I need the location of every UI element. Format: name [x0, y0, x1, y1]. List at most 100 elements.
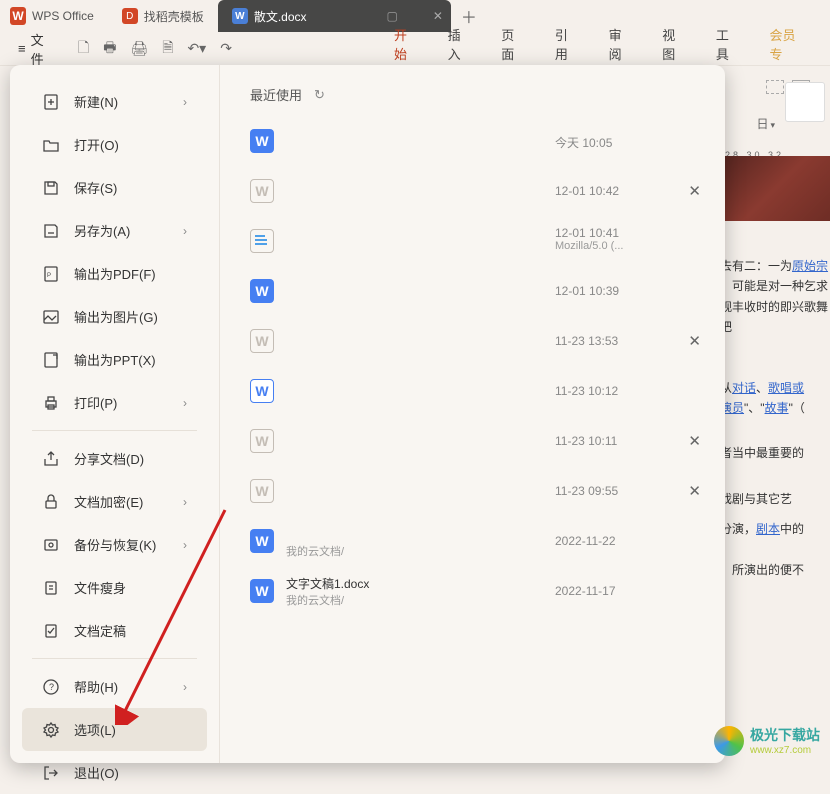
menu-item-print[interactable]: 打印(P) › — [22, 381, 207, 424]
menu-item-export-image[interactable]: 输出为图片(G) — [22, 295, 207, 338]
close-icon[interactable]: ✕ — [433, 9, 443, 23]
close-icon[interactable]: ✕ — [688, 432, 701, 450]
menu-item-share[interactable]: 分享文档(D) — [22, 437, 207, 480]
tab-docer[interactable]: D 找稻壳模板 — [108, 0, 218, 32]
redo-icon[interactable]: ↷ — [220, 40, 232, 57]
file-type-icon: W — [250, 429, 274, 453]
open-folder-icon — [42, 136, 62, 154]
menu-item-encrypt[interactable]: 文档加密(E) › — [22, 480, 207, 523]
menu-item-label: 另存为(A) — [74, 221, 130, 240]
file-type-icon: W — [250, 329, 274, 353]
file-name — [286, 181, 695, 201]
recent-header: 最近使用 ↻ — [220, 85, 725, 116]
lock-icon — [42, 493, 62, 511]
window-mode-icon[interactable]: ▢ — [387, 9, 398, 23]
file-dropdown-panel: 新建(N) › 打开(O) 保存(S) 另存为(A) › P 输出为PDF(F)… — [10, 65, 725, 763]
gear-icon — [42, 721, 62, 739]
file-info: 文字文稿1.docx我的云文档/ — [286, 575, 695, 608]
file-name — [286, 231, 695, 251]
svg-text:?: ? — [49, 682, 54, 692]
file-time: 11-23 10:12 — [555, 384, 618, 398]
doc-icon: W — [232, 8, 248, 24]
file-time: 11-23 13:53 — [555, 334, 618, 348]
help-icon: ? — [42, 678, 62, 696]
menu-item-label: 帮助(H) — [74, 677, 118, 696]
menu-item-open[interactable]: 打开(O) — [22, 123, 207, 166]
chevron-right-icon: › — [183, 224, 187, 238]
recent-file-row[interactable]: W 11-23 09:55 ✕ — [220, 466, 725, 516]
menu-item-help[interactable]: ? 帮助(H) › — [22, 665, 207, 708]
save-icon[interactable]: 🗋 — [78, 37, 89, 61]
file-info — [286, 231, 695, 251]
recent-file-row[interactable]: W今天 10:05 — [220, 116, 725, 166]
menu-separator — [32, 658, 197, 659]
tab-label: 找稻壳模板 — [144, 8, 204, 25]
print-icon[interactable]: 🖨 — [130, 40, 148, 57]
backup-icon — [42, 536, 62, 554]
recent-file-row[interactable]: 12-01 10:41Mozilla/5.0 (... — [220, 216, 725, 266]
file-type-icon: W — [250, 529, 274, 553]
close-icon[interactable]: ✕ — [688, 332, 701, 350]
print-quick-icon[interactable]: 🖶 — [103, 37, 116, 61]
preview-icon[interactable]: 🗎 — [162, 37, 173, 61]
file-path: 我的云文档/ — [286, 543, 695, 559]
menu-item-backup[interactable]: 备份与恢复(K) › — [22, 523, 207, 566]
recent-file-row[interactable]: W11-23 10:11✕ — [220, 416, 725, 466]
menu-item-export-pdf[interactable]: P 输出为PDF(F) — [22, 252, 207, 295]
new-file-icon — [42, 93, 62, 111]
file-time: 11-23 09:55 — [555, 484, 618, 498]
menu-tab-vip[interactable]: 会员专 — [755, 25, 820, 72]
menu-item-label: 输出为PDF(F) — [74, 264, 156, 283]
menu-item-new[interactable]: 新建(N) › — [22, 80, 207, 123]
chevron-right-icon: › — [183, 495, 187, 509]
recent-file-row[interactable]: W 11-23 13:53 ✕ — [220, 316, 725, 366]
save-icon — [42, 179, 62, 197]
file-type-icon — [250, 229, 274, 253]
menu-item-finalize[interactable]: 文档定稿 — [22, 609, 207, 652]
recent-file-row[interactable]: W 12-01 10:42 ✕ — [220, 166, 725, 216]
watermark-logo-icon — [714, 726, 744, 756]
recent-file-row[interactable]: W我的云文档/2022-11-22 — [220, 516, 725, 566]
menu-separator — [32, 430, 197, 431]
finalize-icon — [42, 622, 62, 640]
close-icon[interactable]: ✕ — [688, 182, 701, 200]
file-info: 我的云文档/ — [286, 523, 695, 559]
recent-file-row[interactable]: W11-23 10:12 — [220, 366, 725, 416]
menu-item-saveas[interactable]: 另存为(A) › — [22, 209, 207, 252]
menu-item-label: 新建(N) — [74, 92, 118, 111]
recent-file-row[interactable]: W文字文稿1.docx我的云文档/2022-11-17 — [220, 566, 725, 616]
chevron-right-icon: › — [183, 538, 187, 552]
file-name — [286, 381, 695, 401]
file-name — [286, 523, 695, 543]
recent-title: 最近使用 — [250, 85, 302, 104]
menu-item-label: 分享文档(D) — [74, 449, 144, 468]
file-info — [286, 331, 695, 351]
file-type-icon: W — [250, 479, 274, 503]
menu-item-save[interactable]: 保存(S) — [22, 166, 207, 209]
file-time: 12-01 10:39 — [555, 284, 619, 298]
chevron-right-icon: › — [183, 95, 187, 109]
refresh-icon[interactable]: ↻ — [314, 87, 325, 103]
menu-item-label: 备份与恢复(K) — [74, 535, 156, 554]
menu-item-options[interactable]: 选项(L) — [22, 708, 207, 751]
file-menu-button[interactable]: ≡ 文件 — [10, 27, 63, 71]
file-info — [286, 181, 695, 201]
undo-icon[interactable]: ↶▾ — [187, 40, 206, 57]
file-type-icon: W — [250, 179, 274, 203]
menu-item-exit[interactable]: 退出(O) — [22, 751, 207, 794]
exit-icon — [42, 764, 62, 782]
file-type-icon: W — [250, 279, 274, 303]
document-image — [720, 156, 830, 221]
file-name: 文字文稿1.docx — [286, 575, 695, 592]
menu-item-label: 选项(L) — [74, 720, 116, 739]
file-time: 12-01 10:42 — [555, 184, 619, 198]
recent-file-row[interactable]: W 12-01 10:39 — [220, 266, 725, 316]
pdf-icon: P — [42, 265, 62, 283]
menu-item-label: 保存(S) — [74, 178, 117, 197]
chevron-right-icon: › — [183, 396, 187, 410]
file-type-icon: W — [250, 129, 274, 153]
close-icon[interactable]: ✕ — [688, 482, 701, 500]
menu-item-export-ppt[interactable]: 输出为PPT(X) — [22, 338, 207, 381]
menu-item-slim[interactable]: 文件瘦身 — [22, 566, 207, 609]
main-toolbar: ≡ 文件 🗋 🖶 🖨 🗎 ↶▾ ↷ 开始 插入 页面 引用 审阅 视图 工具 会… — [0, 32, 830, 66]
